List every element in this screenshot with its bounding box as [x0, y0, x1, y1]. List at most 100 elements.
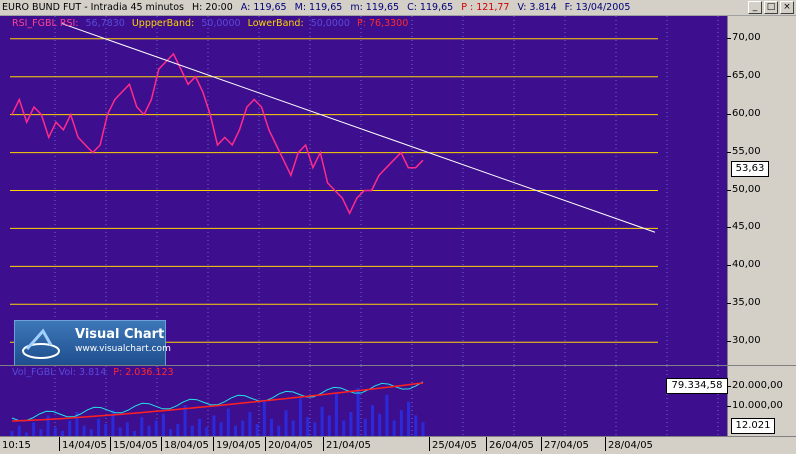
- volume-bar: [17, 425, 21, 436]
- volume-bar: [392, 420, 396, 436]
- y-tick-label: 45,00: [727, 221, 761, 233]
- volume-bar: [89, 429, 93, 436]
- lower-band-value: 50,0000: [310, 18, 350, 29]
- volume-bar: [154, 420, 158, 436]
- quote-close: C: 119,65: [407, 2, 454, 13]
- volume-bar: [219, 422, 223, 436]
- rsi-p-label: P: 76,3300: [357, 18, 409, 29]
- volume-bar: [118, 427, 122, 436]
- volume-bar: [32, 422, 36, 436]
- y-tick-label: 35,00: [727, 297, 761, 309]
- volume-bar: [248, 412, 252, 436]
- quote-info: EURO BUND FUT - Intradia 45 minutos H: 2…: [0, 2, 635, 13]
- volume-bar: [169, 429, 173, 436]
- volume-bar: [334, 393, 338, 436]
- y-tick-label: 65,00: [727, 69, 761, 81]
- rsi-chart-panel[interactable]: RSI_FGBL RSI: 56,7830 UppperBand: 50,000…: [0, 16, 727, 365]
- volume-y-tick: 20.000,00: [727, 380, 783, 391]
- volume-bar: [298, 398, 302, 436]
- volume-bar: [140, 417, 144, 436]
- volume-bar: [104, 424, 108, 436]
- volume-legend: Vol_FGBL Vol: 3.814 P: 2.036.123: [12, 367, 178, 378]
- volume-bar: [291, 420, 295, 436]
- quote-high: H: 20:00: [192, 2, 233, 13]
- volume-bar: [176, 424, 180, 436]
- x-tick-label: 28/04/05: [605, 437, 653, 451]
- volume-bar: [407, 401, 411, 436]
- volume-bar: [39, 429, 43, 436]
- volume-bar: [277, 425, 281, 436]
- volume-bar: [241, 420, 245, 436]
- volume-bar: [371, 405, 375, 436]
- volume-bar: [385, 394, 389, 436]
- volume-bar: [53, 427, 57, 436]
- visualchart-logo: Visual Chart www.visualchart.com: [14, 320, 171, 365]
- upper-band-label: UppperBand:: [131, 18, 195, 29]
- volume-top-value-box: 79.334,58: [666, 378, 728, 394]
- volume-legend-label: Vol_FGBL Vol: 3.814: [12, 367, 107, 378]
- volume-y-tick: 10.000,00: [727, 400, 783, 411]
- volume-bar: [97, 418, 101, 436]
- rsi-y-axis[interactable]: 70,00 65,00 60,00 55,00 50,00 45,00 40,00 35,00…: [727, 16, 796, 365]
- volume-bar: [378, 413, 382, 436]
- current-rsi-value-box: 53,63: [731, 161, 769, 177]
- logo-title: Visual Chart: [75, 327, 165, 342]
- volume-bar: [421, 422, 425, 436]
- volume-current-box: 12.021: [731, 418, 775, 434]
- x-tick-label: 25/04/05: [429, 437, 477, 451]
- close-button[interactable]: ×: [780, 1, 794, 14]
- x-tick-label: 21/04/05: [323, 437, 371, 451]
- quote-date: F: 13/04/2005: [564, 2, 631, 13]
- lower-band-label: LowerBand:: [247, 18, 304, 29]
- logo-url: www.visualchart.com: [75, 344, 171, 354]
- y-tick-label: 60,00: [727, 107, 761, 119]
- volume-bar: [205, 427, 209, 436]
- volume-bar: [399, 410, 403, 436]
- volume-bar: [147, 425, 151, 436]
- quote-min: m: 119,65: [350, 2, 400, 13]
- x-tick-label: 10:15: [0, 437, 31, 451]
- volume-bar: [82, 425, 86, 436]
- volume-bar: [270, 418, 274, 436]
- y-tick-label: 55,00: [727, 145, 761, 157]
- quote-max: M: 119,65: [294, 2, 343, 13]
- y-tick-label: 40,00: [727, 259, 761, 271]
- volume-bar: [68, 420, 72, 436]
- volume-chart-panel[interactable]: Vol_FGBL Vol: 3.814 P: 2.036.123: [0, 366, 727, 436]
- chart-window-titlebar: EURO BUND FUT - Intradia 45 minutos H: 2…: [0, 0, 796, 16]
- volume-bar: [226, 408, 230, 436]
- quote-ask: A: 119,65: [240, 2, 287, 13]
- maximize-button[interactable]: □: [764, 1, 778, 14]
- y-tick-label: 70,00: [727, 31, 761, 43]
- volume-bar: [414, 415, 418, 436]
- volume-legend-p: P: 2.036.123: [113, 367, 174, 378]
- volume-bar: [212, 415, 216, 436]
- x-tick-label: 20/04/05: [265, 437, 313, 451]
- x-tick-label: 15/04/05: [110, 437, 158, 451]
- x-tick-label: 18/04/05: [161, 437, 209, 451]
- volume-bar: [356, 388, 360, 436]
- volume-bar: [234, 425, 238, 436]
- x-tick-label: 19/04/05: [213, 437, 261, 451]
- rsi-legend-label: RSI_FGBL RSI:: [12, 18, 79, 29]
- volume-y-axis[interactable]: 79.334,58 20.000,00 10.000,00 12.021: [666, 366, 796, 436]
- volume-bar: [262, 401, 266, 436]
- volume-bar: [46, 415, 50, 436]
- quote-p: P : 121,77: [461, 2, 510, 13]
- minimize-button[interactable]: _: [748, 1, 762, 14]
- volume-bar: [284, 410, 288, 436]
- rsi-legend-value: 56,7830: [85, 18, 125, 29]
- time-x-axis[interactable]: 10:15 14/04/05 15/04/05 18/04/05 19/04/05 20/…: [0, 436, 796, 454]
- y-tick-label: 50,00: [727, 183, 761, 195]
- visualchart-logo-icon: [22, 328, 60, 359]
- volume-bar: [125, 422, 129, 436]
- volume-bar: [255, 424, 259, 436]
- volume-bar: [342, 420, 346, 436]
- rsi-chart-svg: [10, 16, 719, 365]
- volume-bar: [306, 417, 310, 436]
- volume-bar: [327, 415, 331, 436]
- volume-bar: [349, 412, 353, 436]
- quote-volume: V: 3.814: [517, 2, 557, 13]
- instrument-name: EURO BUND FUT - Intradia 45 minutos: [2, 2, 184, 13]
- rsi-legend: RSI_FGBL RSI: 56,7830 UppperBand: 50,000…: [12, 18, 412, 29]
